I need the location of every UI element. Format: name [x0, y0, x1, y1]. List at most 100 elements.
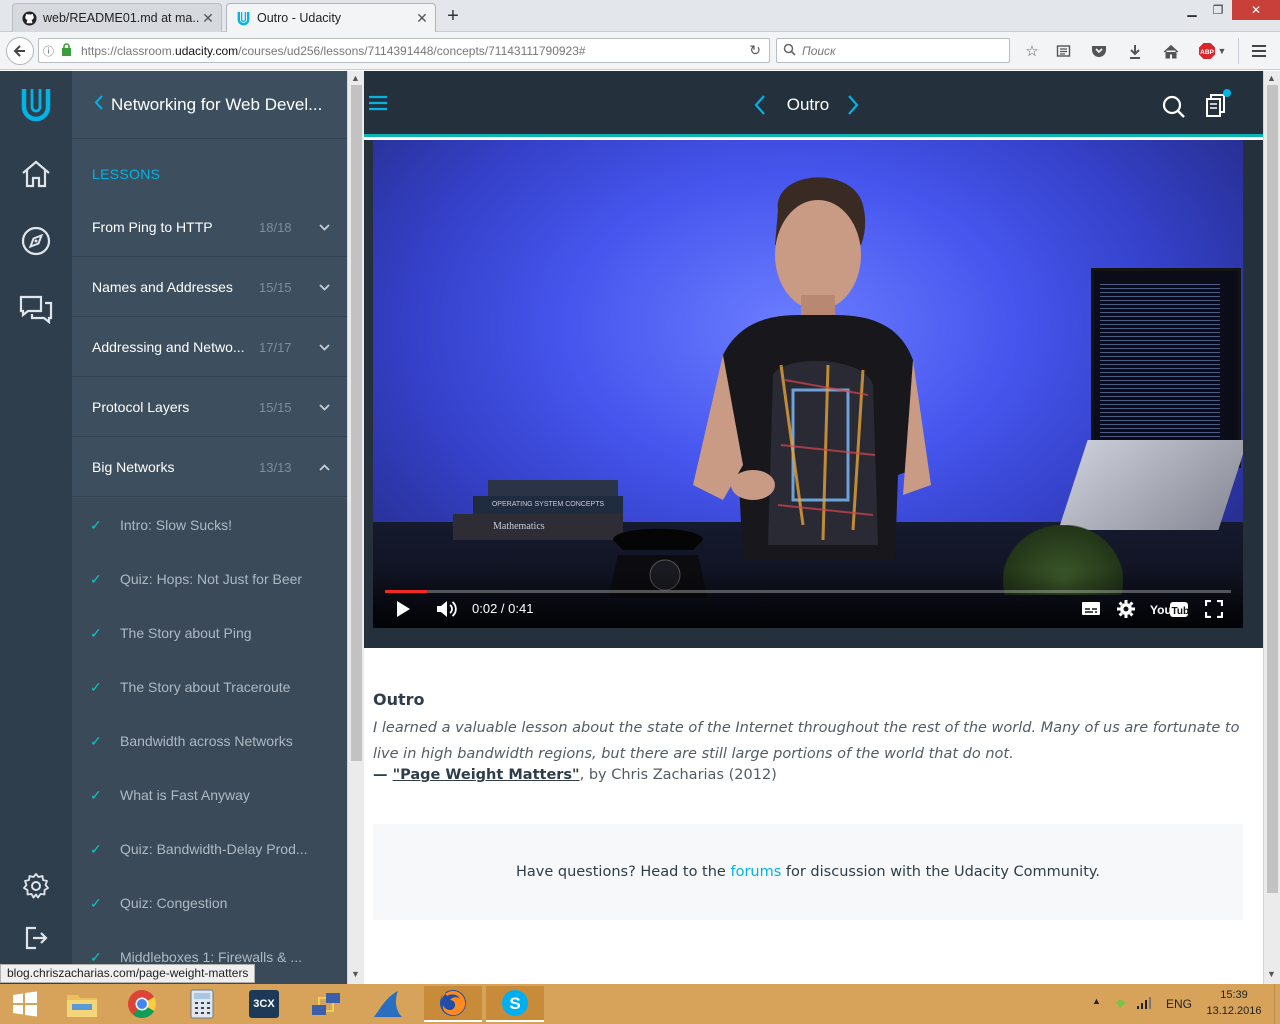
adblock-label: ABP	[1200, 49, 1214, 56]
chevron-down-icon	[319, 400, 347, 414]
prev-concept-icon[interactable]	[754, 95, 766, 120]
logout-icon[interactable]	[18, 920, 54, 956]
windows-taskbar: 3CX S ▲ ENG 15:39 13.12.2016	[0, 984, 1280, 1024]
3cx-phone-icon[interactable]: 3CX	[238, 986, 290, 1022]
concept-item[interactable]: ✓ The Story about Traceroute	[72, 660, 347, 714]
concept-item[interactable]: ✓ What is Fast Anyway	[72, 768, 347, 822]
file-explorer-icon[interactable]	[56, 986, 108, 1022]
language-indicator[interactable]: ENG	[1166, 997, 1192, 1011]
reading-list-icon[interactable]	[1052, 40, 1074, 62]
tray-expand-icon[interactable]: ▲	[1092, 996, 1101, 1006]
skype-icon[interactable]: S	[486, 986, 544, 1022]
browser-tab-github[interactable]: web/README01.md at ma... ✕	[12, 3, 222, 32]
settings-icon[interactable]	[18, 868, 54, 904]
concept-item[interactable]: ✓ Quiz: Bandwidth-Delay Prod...	[72, 822, 347, 876]
scroll-down-icon[interactable]: ▼	[1267, 969, 1276, 979]
compass-icon[interactable]	[18, 223, 54, 259]
signal-icon[interactable]	[1136, 996, 1152, 1015]
close-window-button[interactable]: ✕	[1232, 0, 1280, 20]
course-back-link[interactable]: Networking for Web Devel...	[72, 71, 347, 139]
hamburger-menu-icon[interactable]	[368, 95, 388, 116]
search-input[interactable]: Поиск	[776, 38, 1010, 63]
resources-icon[interactable]	[1205, 89, 1231, 126]
pocket-icon[interactable]	[1088, 40, 1110, 62]
fin-app-icon[interactable]	[362, 986, 414, 1022]
browser-tab-udacity[interactable]: Outro - Udacity ✕	[226, 3, 436, 32]
clock-date[interactable]: 13.12.2016	[1200, 1005, 1268, 1017]
adblock-icon[interactable]: ABP ▼	[1196, 40, 1228, 62]
search-icon	[783, 43, 796, 59]
menu-hamburger-icon[interactable]	[1248, 40, 1270, 62]
check-icon: ✓	[90, 786, 102, 803]
page-scrollbar[interactable]: ▲ ▼	[1263, 71, 1280, 984]
lock-icon	[61, 42, 75, 59]
show-desktop-button[interactable]	[1274, 984, 1280, 1024]
minimize-window-button[interactable]: ▁	[1178, 0, 1206, 20]
video-player[interactable]: OPERATING SYSTEM CONCEPTS Mathematics 0:…	[373, 140, 1243, 628]
settings-gear-icon[interactable]	[1116, 599, 1136, 624]
download-icon[interactable]	[1124, 40, 1146, 62]
restore-window-button[interactable]: ❐	[1204, 0, 1232, 20]
lesson-title: Protocol Layers	[92, 399, 190, 415]
concept-title: The Story about Traceroute	[120, 679, 291, 695]
forums-link[interactable]: forums	[730, 864, 781, 880]
concept-item[interactable]: ✓ Quiz: Hops: Not Just for Beer	[72, 552, 347, 606]
home-icon[interactable]	[18, 156, 54, 192]
concept-item[interactable]: ✓ Bandwidth across Networks	[72, 714, 347, 768]
reload-icon[interactable]: ↻	[749, 42, 761, 59]
forum-text-after: for discussion with the Udacity Communit…	[785, 864, 1101, 880]
scroll-up-icon[interactable]: ▲	[351, 73, 360, 83]
lesson-item[interactable]: Protocol Layers 15/15	[72, 378, 347, 437]
concept-item[interactable]: ✓ The Story about Ping	[72, 606, 347, 660]
svg-text:Tube: Tube	[1172, 606, 1190, 617]
page-weight-link[interactable]: "Page Weight Matters"	[393, 767, 580, 783]
back-button[interactable]	[6, 37, 34, 65]
url-path: /courses/ud256/lessons/7114391448/concep…	[238, 43, 586, 58]
volume-icon[interactable]	[436, 599, 458, 624]
lesson-item[interactable]: Names and Addresses 15/15	[72, 258, 347, 317]
play-icon[interactable]	[395, 600, 411, 623]
close-tab-icon[interactable]: ✕	[199, 10, 217, 27]
firefox-icon[interactable]	[424, 986, 482, 1022]
new-tab-button[interactable]: +	[442, 5, 464, 27]
clock-time[interactable]: 15:39	[1204, 989, 1264, 1001]
lesson-title: From Ping to HTTP	[92, 219, 213, 235]
chat-icon[interactable]	[18, 291, 54, 327]
chevron-down-icon: ▼	[1217, 46, 1227, 56]
calculator-icon[interactable]	[176, 986, 228, 1022]
concept-item[interactable]: ✓ Quiz: Congestion	[72, 876, 347, 930]
close-tab-icon[interactable]: ✕	[413, 10, 431, 27]
concept-item[interactable]: ✓ Intro: Slow Sucks!	[72, 498, 347, 552]
url-prefix: https://classroom.	[81, 43, 176, 58]
book-spine: OPERATING SYSTEM CONCEPTS	[473, 496, 623, 514]
info-icon[interactable]: ⓘ	[43, 43, 61, 59]
youtube-logo-icon[interactable]: YouTube	[1149, 599, 1195, 624]
scrollbar-thumb[interactable]	[351, 85, 362, 761]
lesson-item-expanded[interactable]: Big Networks 13/13	[72, 438, 347, 497]
status-link-preview: blog.chriszacharias.com/page-weight-matt…	[0, 964, 256, 983]
udacity-logo-icon[interactable]	[18, 86, 54, 122]
fullscreen-icon[interactable]	[1204, 599, 1224, 623]
chevron-up-icon	[319, 460, 347, 474]
address-bar[interactable]: ⓘ https://classroom. udacity.com /course…	[38, 38, 770, 63]
check-icon: ✓	[90, 732, 102, 749]
lesson-item[interactable]: Addressing and Netwo... 17/17	[72, 318, 347, 377]
scroll-up-icon[interactable]: ▲	[1267, 73, 1276, 83]
subtitles-icon[interactable]	[1081, 601, 1101, 621]
windows-start-icon[interactable]	[0, 986, 50, 1022]
scroll-down-icon[interactable]: ▼	[351, 969, 360, 979]
sidebar-scrollbar[interactable]: ▲ ▼	[347, 71, 364, 984]
home-browser-icon[interactable]	[1160, 40, 1182, 62]
bookmark-star-icon[interactable]: ☆	[1021, 40, 1043, 62]
chrome-icon[interactable]	[116, 986, 168, 1022]
next-concept-icon[interactable]	[847, 95, 859, 120]
concept-title: Intro: Slow Sucks!	[120, 517, 233, 533]
scrollbar-thumb[interactable]	[1267, 85, 1278, 893]
lesson-item[interactable]: From Ping to HTTP 18/18	[72, 198, 347, 257]
tray-app-icon[interactable]	[1114, 996, 1128, 1015]
network-tool-icon[interactable]	[300, 986, 352, 1022]
forum-text-before: Have questions? Head to the	[515, 864, 726, 880]
check-icon: ✓	[90, 516, 102, 533]
video-progress-track[interactable]	[385, 590, 1231, 593]
search-icon[interactable]	[1162, 95, 1186, 124]
